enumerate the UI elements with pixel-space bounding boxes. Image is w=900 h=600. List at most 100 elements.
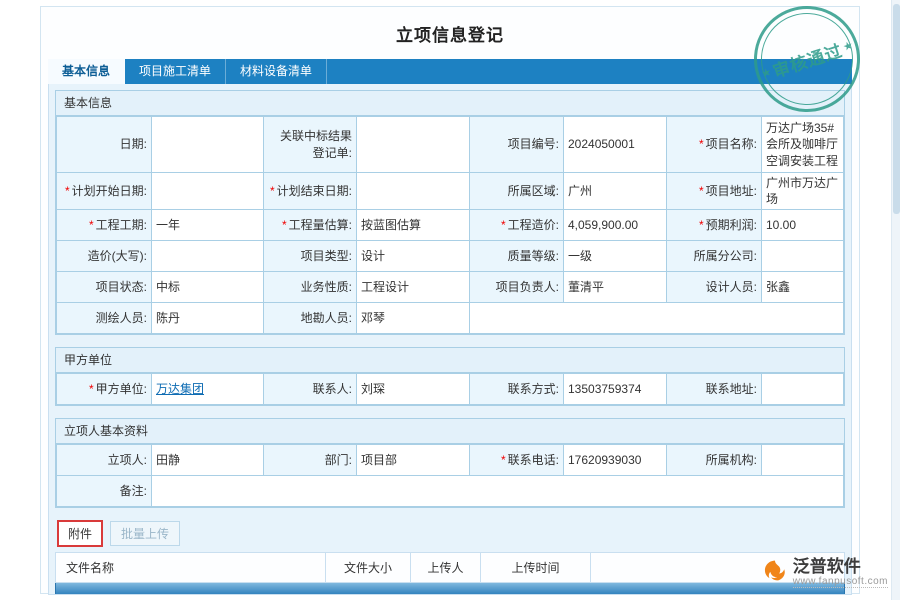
required-star: * <box>501 218 506 232</box>
required-star: * <box>699 137 704 151</box>
field-label: *工程量估算: <box>264 210 357 241</box>
field-value: 刘琛 <box>357 374 470 405</box>
label-text: 所属区域: <box>508 184 559 198</box>
table-row: 造价(大写): 项目类型: 设计 质量等级: 一级 所属分公司: <box>57 241 844 272</box>
field-label: 联系地址: <box>667 374 762 405</box>
label-text: 项目地址: <box>706 184 757 198</box>
basic-info-table: 日期: 关联中标结果登记单: 项目编号: 2024050001 *项目名称: 万… <box>56 116 844 334</box>
brand-url: www.fanpusoft.com <box>793 576 888 588</box>
table-row: *甲方单位: 万达集团 联系人: 刘琛 联系方式: 13503759374 联系… <box>57 374 844 405</box>
empty-cell <box>470 303 844 334</box>
section-initiator-title: 立项人基本资料 <box>56 419 844 444</box>
tab-project-construction-list[interactable]: 项目施工清单 <box>125 59 226 84</box>
field-value: 广州市万达广场 <box>762 173 844 210</box>
brand-name: 泛普软件 <box>793 558 888 576</box>
label-text: 备注: <box>120 484 147 498</box>
field-value: 一年 <box>152 210 264 241</box>
table-row: 立项人: 田静 部门: 项目部 *联系电话: 17620939030 所属机构: <box>57 445 844 476</box>
label-text: 所属分公司: <box>694 249 757 263</box>
required-star: * <box>282 218 287 232</box>
table-row: *计划开始日期: *计划结束日期: 所属区域: 广州 *项目地址: 广州市万达广… <box>57 173 844 210</box>
field-value: 董清平 <box>564 272 667 303</box>
field-label: *项目地址: <box>667 173 762 210</box>
scrollbar[interactable] <box>891 0 900 600</box>
field-value <box>152 173 264 210</box>
label-text: 项目负责人: <box>496 280 559 294</box>
required-star: * <box>65 184 70 198</box>
field-value <box>357 117 470 173</box>
field-label: 立项人: <box>57 445 152 476</box>
field-value: 一级 <box>564 241 667 272</box>
field-value: 万达集团 <box>152 374 264 405</box>
field-label: *甲方单位: <box>57 374 152 405</box>
party-a-link[interactable]: 万达集团 <box>156 382 204 396</box>
label-text: 设计人员: <box>706 280 757 294</box>
label-text: 部门: <box>325 453 352 467</box>
field-value <box>152 117 264 173</box>
header-uploader: 上传人 <box>411 553 481 583</box>
label-text: 地勘人员: <box>301 311 352 325</box>
attachment-toolbar: 附件 批量上传 <box>57 520 845 547</box>
table-footer-bar <box>55 583 845 595</box>
field-label: 项目负责人: <box>470 272 564 303</box>
remark-value <box>152 476 844 507</box>
required-star: * <box>501 453 506 467</box>
section-party-a: 甲方单位 *甲方单位: 万达集团 联系人: 刘琛 联系方式: 135037593… <box>55 347 845 406</box>
field-label: 业务性质: <box>264 272 357 303</box>
field-label: 质量等级: <box>470 241 564 272</box>
section-initiator: 立项人基本资料 立项人: 田静 部门: 项目部 *联系电话: 176209390… <box>55 418 845 508</box>
header-upload-time: 上传时间 <box>481 553 591 583</box>
field-value <box>762 445 844 476</box>
page: ★ 审核通过 ★ 立项信息登记 基本信息 项目施工清单 材料设备清单 基本信息 <box>0 0 900 600</box>
table-row: 项目状态: 中标 业务性质: 工程设计 项目负责人: 董清平 设计人员: 张鑫 <box>57 272 844 303</box>
field-label: 测绘人员: <box>57 303 152 334</box>
attachment-button[interactable]: 附件 <box>57 520 103 547</box>
field-value: 万达广场35#会所及咖啡厅空调安装工程 <box>762 117 844 173</box>
field-label: 项目类型: <box>264 241 357 272</box>
label-text: 预期利润: <box>706 218 757 232</box>
field-label: 所属机构: <box>667 445 762 476</box>
field-label: 造价(大写): <box>57 241 152 272</box>
label-text: 项目名称: <box>706 137 757 151</box>
label-text: 联系人: <box>313 382 352 396</box>
field-value: 项目部 <box>357 445 470 476</box>
field-label: *工程工期: <box>57 210 152 241</box>
field-value: 13503759374 <box>564 374 667 405</box>
label-text: 测绘人员: <box>96 311 147 325</box>
attachment-header-row: 文件名称 文件大小 上传人 上传时间 <box>56 553 845 583</box>
field-value <box>762 374 844 405</box>
section-party-a-title: 甲方单位 <box>56 348 844 373</box>
label-text: 关联中标结果登记单: <box>280 129 352 159</box>
required-star: * <box>89 218 94 232</box>
required-star: * <box>89 382 94 396</box>
required-star: * <box>699 218 704 232</box>
scrollbar-thumb[interactable] <box>893 4 900 214</box>
tab-bar: 基本信息 项目施工清单 材料设备清单 <box>48 59 852 84</box>
table-row: *工程工期: 一年 *工程量估算: 按蓝图估算 *工程造价: 4,059,900… <box>57 210 844 241</box>
required-star: * <box>270 184 275 198</box>
remark-label: 备注: <box>57 476 152 507</box>
label-text: 计划结束日期: <box>277 184 352 198</box>
batch-upload-button[interactable]: 批量上传 <box>110 521 180 546</box>
field-value <box>762 241 844 272</box>
tab-material-equipment-list[interactable]: 材料设备清单 <box>226 59 327 84</box>
required-star: * <box>699 184 704 198</box>
party-a-table: *甲方单位: 万达集团 联系人: 刘琛 联系方式: 13503759374 联系… <box>56 373 844 405</box>
section-basic-info: 基本信息 日期: 关联中标结果登记单: 项目编号: 2024050001 *项目… <box>55 90 845 335</box>
attachment-table: 文件名称 文件大小 上传人 上传时间 <box>55 552 845 583</box>
label-text: 联系电话: <box>508 453 559 467</box>
tab-basic-info[interactable]: 基本信息 <box>48 59 125 84</box>
field-label: 日期: <box>57 117 152 173</box>
section-basic-info-title: 基本信息 <box>56 91 844 116</box>
header-file-size: 文件大小 <box>326 553 411 583</box>
field-label: 项目状态: <box>57 272 152 303</box>
field-value <box>357 173 470 210</box>
label-text: 工程造价: <box>508 218 559 232</box>
field-value: 按蓝图估算 <box>357 210 470 241</box>
field-value: 田静 <box>152 445 264 476</box>
field-value: 张鑫 <box>762 272 844 303</box>
field-value: 10.00 <box>762 210 844 241</box>
label-text: 工程工期: <box>96 218 147 232</box>
field-label: 关联中标结果登记单: <box>264 117 357 173</box>
label-text: 联系地址: <box>706 382 757 396</box>
